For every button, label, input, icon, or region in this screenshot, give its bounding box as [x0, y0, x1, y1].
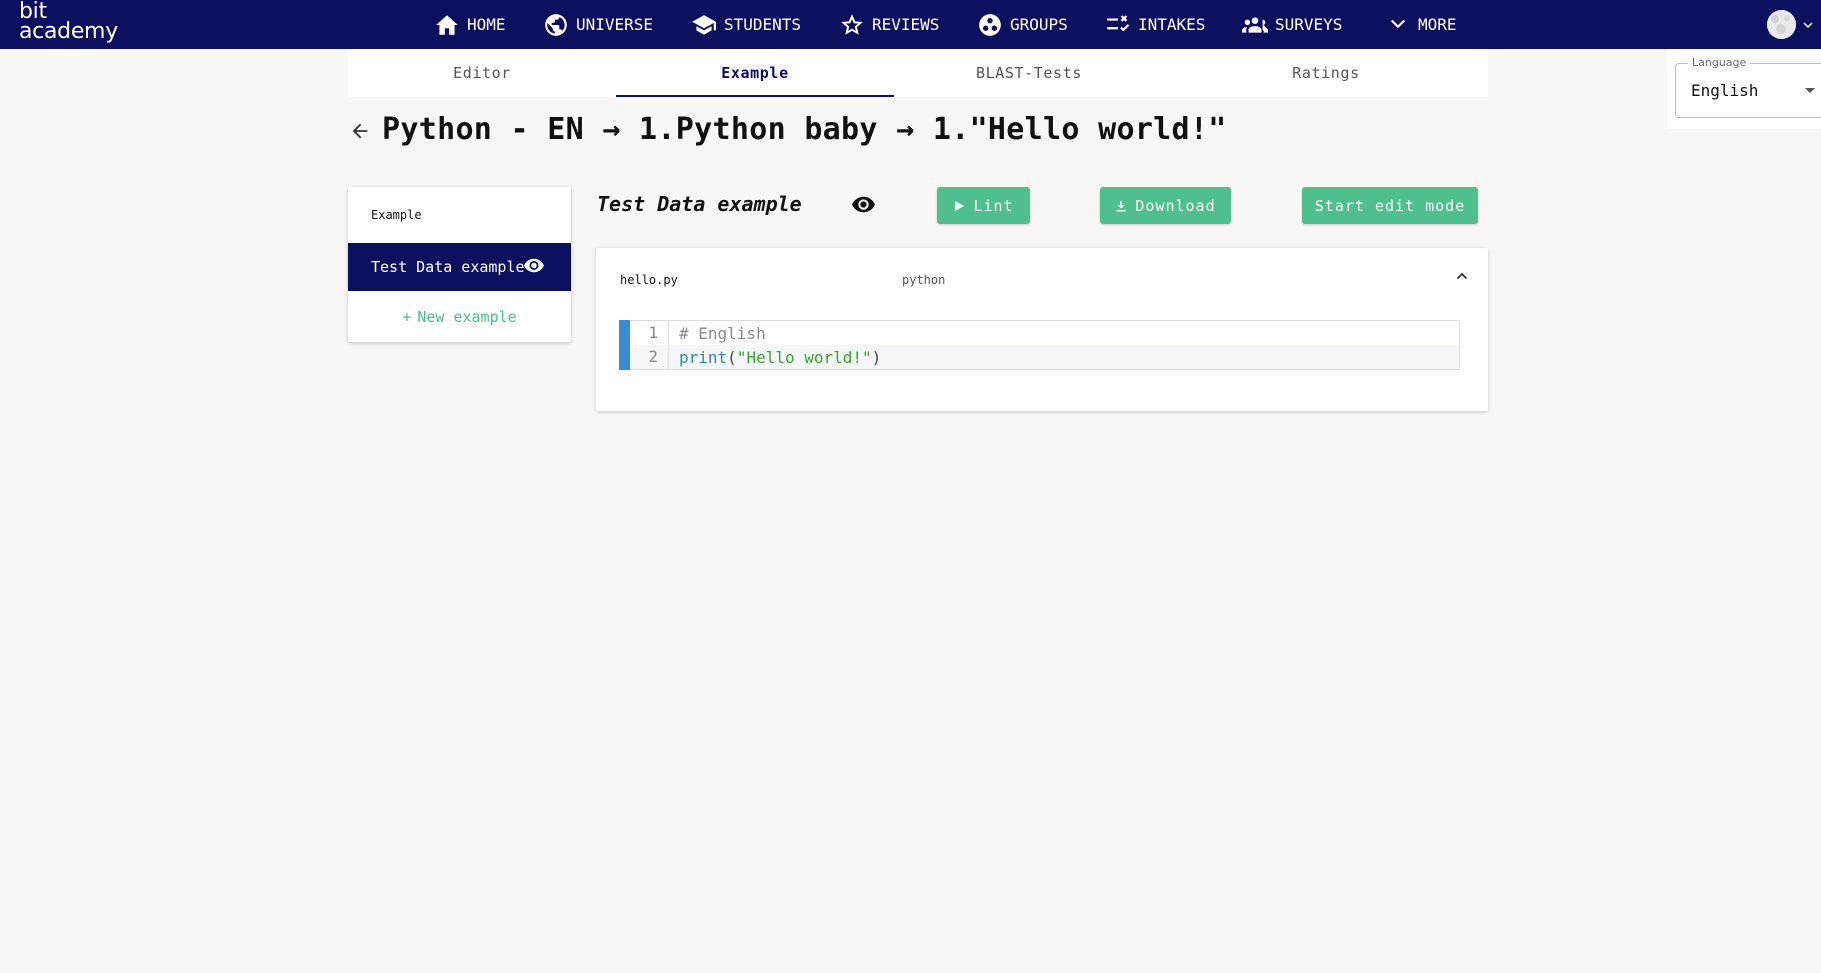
nav-home[interactable]: HOME — [434, 0, 506, 49]
example-item-test-data[interactable]: Test Data example — [348, 243, 571, 291]
start-edit-mode-button[interactable]: Start edit mode — [1302, 187, 1478, 224]
nav-home-label: HOME — [467, 15, 506, 34]
play-icon — [955, 200, 965, 211]
example-list: Example Test Data example + New example — [348, 187, 571, 342]
chevron-up-icon[interactable] — [1455, 269, 1469, 283]
code-line: 2 print("Hello world!") — [630, 345, 1459, 369]
code-editor[interactable]: 1 # English 2 print("Hello world!") — [619, 320, 1460, 370]
nav-reviews-label: REVIEWS — [872, 15, 940, 34]
lint-label: Lint — [973, 196, 1014, 215]
language-value: English — [1691, 81, 1759, 100]
main-nav: HOME UNIVERSE STUDENTS REVIEWS GROUPS IN… — [0, 0, 1821, 49]
chevron-down-icon — [1390, 19, 1406, 28]
nav-reviews[interactable]: REVIEWS — [839, 0, 939, 49]
dropdown-arrow-icon — [1805, 88, 1815, 93]
file-name: hello.py — [620, 273, 678, 287]
globe-icon — [545, 13, 567, 36]
nav-students-label: STUDENTS — [724, 15, 802, 34]
new-example-label: New example — [417, 307, 517, 326]
checklist-icon — [1107, 14, 1130, 31]
download-label: Download — [1135, 196, 1216, 215]
code-file-card: hello.py python 1 # English 2 print("Hel… — [596, 248, 1488, 411]
plus-icon: + — [402, 307, 412, 326]
code-comment: # English — [679, 323, 766, 343]
line-number: 2 — [630, 345, 669, 369]
nav-groups[interactable]: GROUPS — [977, 0, 1068, 49]
page-title: Python - EN → 1.Python baby → 1."Hello w… — [382, 112, 1227, 147]
code-text: # English — [669, 324, 766, 343]
new-example-button[interactable]: + New example — [348, 291, 571, 342]
top-navbar: bit academy HOME UNIVERSE STUDENTS REVIE… — [0, 0, 1821, 49]
home-icon — [436, 14, 458, 35]
tab-example[interactable]: Example — [616, 49, 894, 97]
nav-groups-label: GROUPS — [1010, 15, 1068, 34]
graduation-cap-icon — [692, 14, 716, 35]
nav-surveys[interactable]: SURVEYS — [1242, 0, 1342, 49]
tab-editor[interactable]: Editor — [348, 49, 616, 97]
code-open-paren: ( — [727, 347, 737, 367]
example-item-label: Test Data example — [371, 258, 525, 276]
nav-surveys-label: SURVEYS — [1275, 15, 1343, 34]
star-icon — [841, 13, 863, 35]
code-text: print("Hello world!") — [669, 348, 881, 367]
groups-icon — [979, 13, 1001, 36]
back-arrow-icon[interactable] — [349, 120, 371, 142]
nav-more[interactable]: MORE — [1385, 0, 1457, 49]
tab-ratings[interactable]: Ratings — [1164, 49, 1488, 97]
tab-blast-tests[interactable]: BLAST-Tests — [894, 49, 1164, 97]
code-line: 1 # English — [630, 321, 1459, 345]
nav-intakes-label: INTAKES — [1138, 15, 1206, 34]
language-select[interactable]: Language English — [1675, 56, 1821, 118]
avatar-pattern-icon — [1767, 10, 1796, 39]
code-close-paren: ) — [871, 347, 882, 367]
nav-more-label: MORE — [1418, 15, 1457, 34]
example-list-header: Example — [371, 208, 422, 222]
nav-universe-label: UNIVERSE — [576, 15, 654, 34]
language-legend: Language — [1688, 56, 1751, 69]
eye-icon[interactable] — [523, 256, 545, 274]
visibility-eye-icon[interactable] — [851, 193, 876, 215]
lint-button[interactable]: Lint — [937, 187, 1030, 224]
code-gutter-marker — [619, 320, 630, 370]
language-select-container: Language English — [1667, 49, 1821, 129]
nav-universe[interactable]: UNIVERSE — [543, 0, 653, 49]
file-language: python — [902, 273, 946, 287]
code-function: print — [679, 347, 728, 367]
avatar-chevron-icon[interactable] — [1803, 20, 1813, 30]
tab-bar: Editor Example BLAST-Tests Ratings — [348, 49, 1488, 97]
code-string: "Hello world!" — [736, 347, 872, 367]
line-number: 1 — [630, 321, 669, 345]
start-edit-mode-label: Start edit mode — [1314, 196, 1466, 215]
user-avatar[interactable] — [1767, 10, 1796, 39]
example-title: Test Data example — [597, 192, 802, 216]
people-icon — [1242, 16, 1268, 33]
download-button[interactable]: Download — [1100, 187, 1231, 224]
nav-students[interactable]: STUDENTS — [691, 0, 801, 49]
download-icon — [1116, 200, 1126, 211]
nav-intakes[interactable]: INTAKES — [1105, 0, 1205, 49]
